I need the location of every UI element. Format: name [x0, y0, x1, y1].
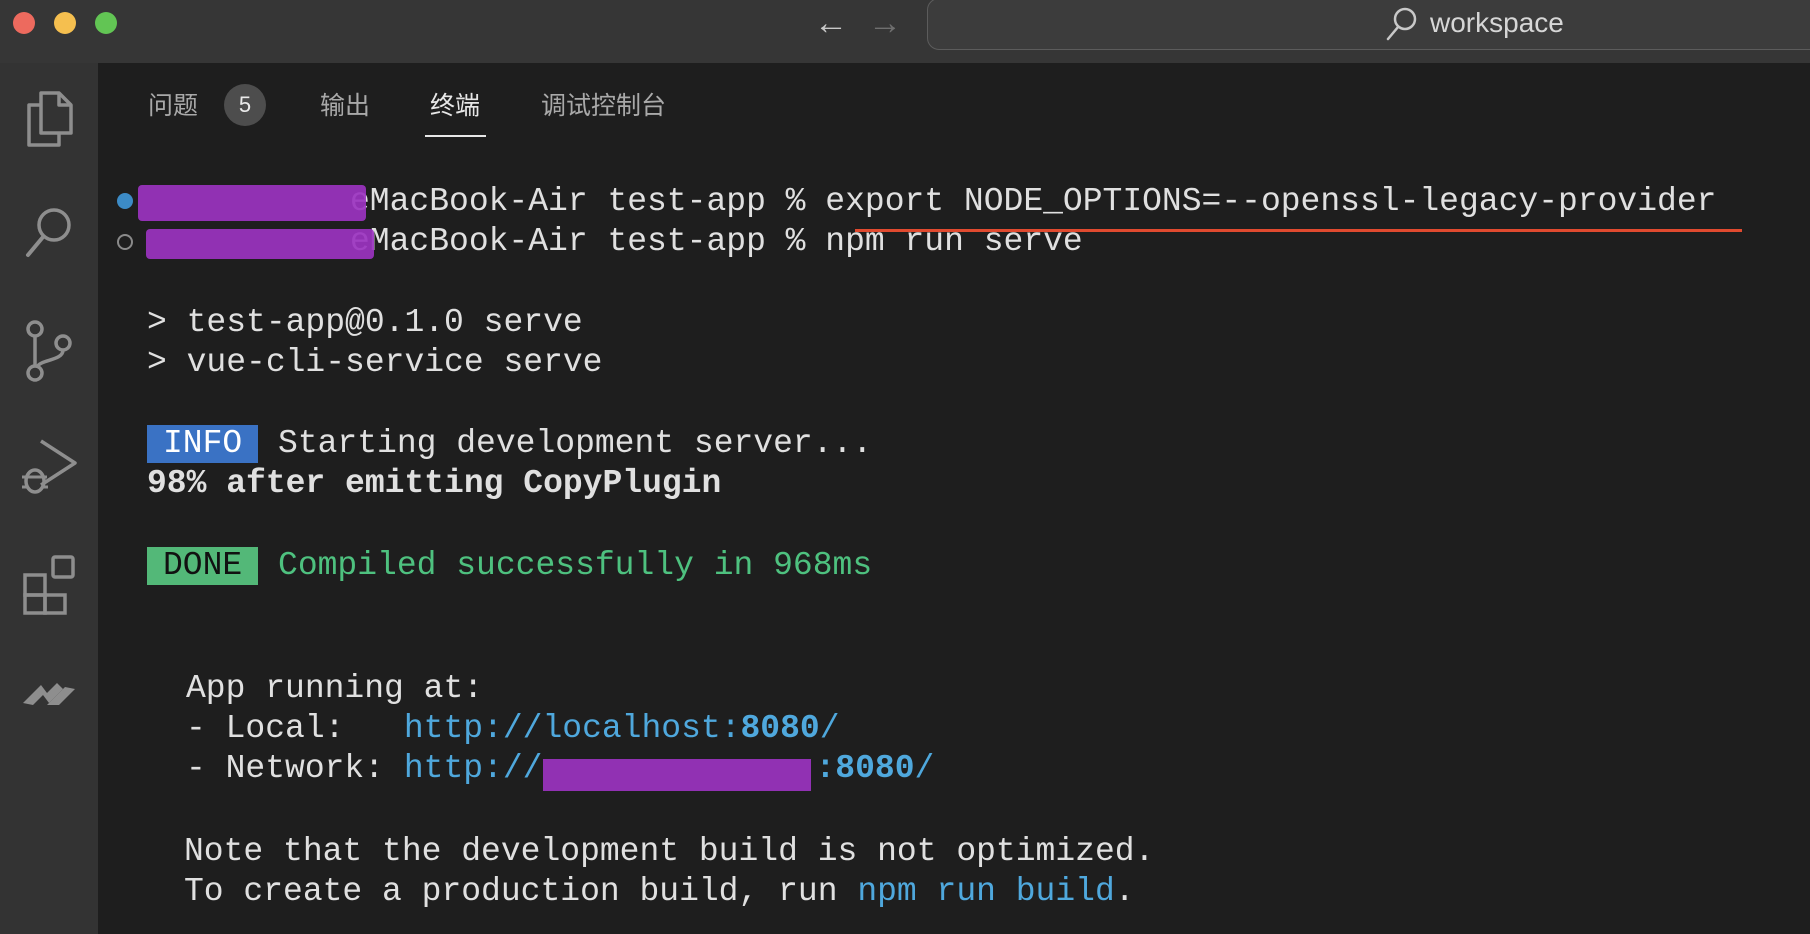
- redacted-username: [146, 229, 374, 259]
- search-icon: [1386, 7, 1417, 41]
- close-window-button[interactable]: [13, 12, 35, 34]
- explorer-icon[interactable]: [0, 89, 98, 149]
- local-url-link[interactable]: http://localhost:8080/: [404, 710, 840, 747]
- title-bar: ← → workspace: [0, 0, 1810, 63]
- back-arrow-icon[interactable]: ←: [814, 4, 848, 42]
- run-debug-icon[interactable]: [0, 435, 98, 501]
- search-text: workspace: [1430, 7, 1564, 38]
- forward-arrow-icon[interactable]: →: [868, 4, 902, 42]
- terminal-line: > vue-cli-service serve: [147, 344, 603, 381]
- source-control-icon[interactable]: [0, 319, 98, 385]
- terminal-output[interactable]: eMacBook-Air test-app % export NODE_OPTI…: [98, 63, 1810, 934]
- info-tag: INFO: [147, 425, 259, 463]
- terminal-line: > test-app@0.1.0 serve: [147, 304, 583, 341]
- redacted-ip-address: [543, 759, 811, 791]
- terminal-line: DONE Compiled successfully in 968ms: [147, 547, 872, 585]
- terminal-line: To create a production build, run npm ru…: [184, 873, 1135, 910]
- terminal-line: eMacBook-Air test-app % export NODE_OPTI…: [350, 183, 1717, 220]
- command-center-search[interactable]: [927, 0, 1810, 50]
- terminal-line: Note that the development build is not o…: [184, 833, 1155, 870]
- bottom-panel: 问题 5 输出 终端 调试控制台 eMacBook-Air test-app %…: [98, 63, 1810, 934]
- extensions-icon[interactable]: [0, 551, 98, 617]
- minimize-window-button[interactable]: [54, 12, 76, 34]
- maximize-window-button[interactable]: [95, 12, 117, 34]
- redacted-username: [138, 185, 366, 221]
- terminal-line: App running at:: [186, 670, 484, 707]
- remote-explorer-icon[interactable]: [0, 673, 98, 713]
- terminal-line: - Local: http://localhost:8080/: [186, 710, 840, 747]
- terminal-line: 98% after emitting CopyPlugin: [147, 465, 722, 502]
- activity-bar: [0, 63, 98, 934]
- search-view-icon[interactable]: [0, 203, 98, 263]
- terminal-line: INFO Starting development server...: [147, 425, 872, 463]
- done-tag: DONE: [147, 547, 259, 585]
